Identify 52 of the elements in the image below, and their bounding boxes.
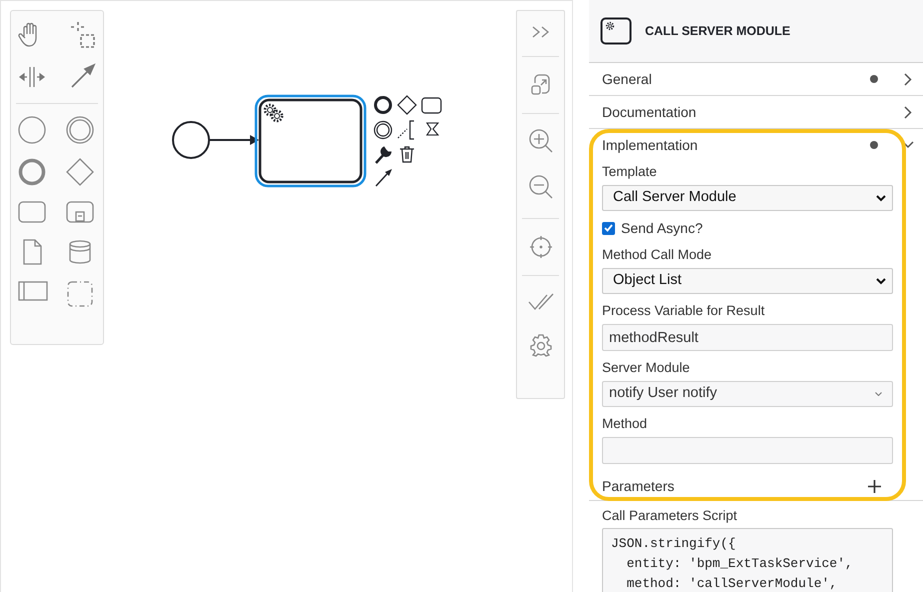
task-icon[interactable] — [421, 97, 442, 114]
element-title: CALL SERVER MODULE — [645, 22, 790, 40]
combo-field[interactable]: notify User notify — [602, 381, 893, 407]
field-label: Process Variable for Result — [602, 302, 766, 320]
settings-icon[interactable] — [528, 334, 552, 358]
text-field[interactable]: methodResult — [602, 324, 893, 351]
group-header[interactable]: Implementation — [589, 129, 923, 161]
checkbox-label: Send Async? — [621, 218, 703, 238]
fit-view-icon[interactable] — [528, 73, 552, 97]
sequence-flow-arrow[interactable] — [209, 135, 259, 145]
checkbox[interactable] — [602, 222, 615, 234]
chevron-right-icon[interactable] — [904, 72, 912, 86]
text-field[interactable] — [602, 437, 893, 464]
field-label: Method — [602, 415, 648, 433]
start-event-icon[interactable] — [18, 116, 46, 144]
end-event-icon[interactable] — [374, 96, 392, 114]
start-event[interactable] — [172, 121, 210, 159]
select-field[interactable]: Call Server Module — [602, 185, 893, 211]
add-icon[interactable] — [868, 480, 881, 492]
script-editor[interactable]: JSON.stringify({ entity: 'bpm_ExtTaskService', method: 'callServerModule', — [602, 528, 893, 592]
chevron-right-icon[interactable] — [904, 106, 912, 118]
field-label: Template — [602, 163, 658, 181]
intermediate-event-icon[interactable] — [374, 120, 392, 140]
gateway-icon[interactable] — [397, 95, 417, 115]
field-label: Call Parameters Script — [602, 507, 738, 525]
chevron-down-icon — [876, 194, 886, 202]
code-line: JSON.stringify({ — [611, 535, 737, 553]
group-header[interactable]: General — [589, 63, 923, 95]
field-label: Method Call Mode — [602, 246, 713, 264]
trash-icon[interactable] — [399, 146, 415, 163]
service-task-icon — [600, 17, 632, 45]
code-line: entity: 'bpm_ExtTaskService', — [626, 555, 854, 573]
connect-arrow-icon[interactable] — [375, 169, 392, 186]
wrench-icon[interactable] — [375, 146, 392, 164]
pool-icon[interactable] — [18, 280, 48, 302]
double-check-icon[interactable] — [526, 292, 554, 312]
zoom-out-icon[interactable] — [528, 174, 554, 200]
gear-icon — [264, 104, 284, 122]
lasso-select-icon[interactable] — [68, 21, 96, 49]
subprocess-icon[interactable] — [66, 200, 94, 224]
group-icon[interactable] — [66, 280, 94, 308]
code-line: method: 'callServerModule', — [626, 575, 838, 592]
double-chevron-icon[interactable] — [530, 24, 550, 40]
text-annotation-icon[interactable] — [398, 120, 414, 140]
zoom-in-icon[interactable] — [528, 128, 554, 154]
select-field[interactable]: Object List — [602, 268, 893, 294]
chevron-down-icon — [876, 278, 886, 284]
list-label: Parameters — [602, 476, 674, 496]
crosshair-icon[interactable] — [528, 235, 552, 259]
field-label: Server Module — [602, 359, 691, 377]
group-header[interactable]: Documentation — [589, 96, 923, 128]
chevron-down-icon — [875, 392, 882, 396]
